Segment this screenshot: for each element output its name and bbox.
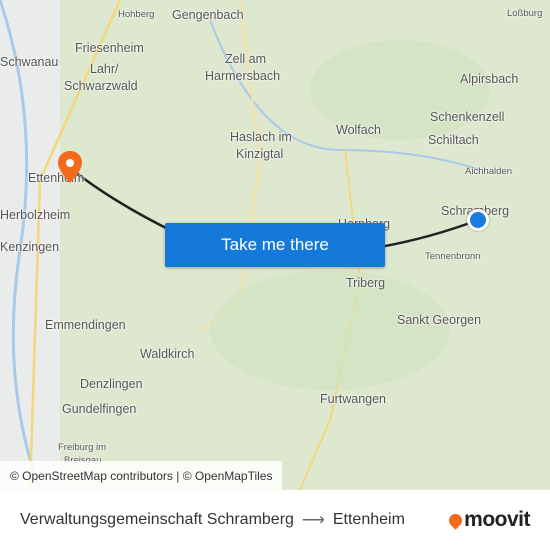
place-label: Friesenheim xyxy=(75,41,144,55)
place-label: Hohberg xyxy=(118,9,155,20)
place-label: Gundelfingen xyxy=(62,402,137,416)
place-label: Denzlingen xyxy=(80,377,143,391)
moovit-logo-text: moovit xyxy=(464,508,530,531)
place-label: Schwanau xyxy=(0,55,59,69)
origin-name: Verwaltungsgemeinschaft Schramberg xyxy=(20,511,294,528)
place-label: Sankt Georgen xyxy=(397,313,482,327)
place-label: Lahr/ xyxy=(90,62,119,76)
map-attribution[interactable]: © OpenStreetMap contributors | © OpenMap… xyxy=(0,461,283,490)
place-label: Haslach im xyxy=(230,130,292,144)
place-label: Freiburg im xyxy=(58,442,107,453)
place-label: Waldkirch xyxy=(140,347,195,361)
place-label: Schenkenzell xyxy=(430,110,505,124)
take-me-there-button[interactable]: Take me there xyxy=(165,223,385,267)
place-label: Harmersbach xyxy=(205,69,281,83)
arrow-right-icon: ⟶ xyxy=(301,512,325,529)
destination-name: Ettenheim xyxy=(332,511,405,528)
place-label: Schiltach xyxy=(428,133,479,147)
place-label: Triberg xyxy=(346,276,386,290)
place-label: Herbolzheim xyxy=(0,208,71,222)
place-label: Loßburg xyxy=(507,8,543,19)
place-label: Tennenbronn xyxy=(425,251,481,262)
moovit-logo: moovit xyxy=(446,508,530,532)
place-label: Schwarzwald xyxy=(64,79,138,93)
place-label: Furtwangen xyxy=(320,392,387,406)
place-label: Alpirsbach xyxy=(460,72,519,86)
place-label: Aichhalden xyxy=(465,166,513,177)
place-label: Gengenbach xyxy=(172,8,244,22)
place-label: Kenzingen xyxy=(0,240,60,254)
destination-pin-icon xyxy=(58,151,82,183)
moovit-pin-icon xyxy=(446,510,465,530)
origin-marker-icon xyxy=(467,209,489,231)
place-label: Kinzigtal xyxy=(236,147,284,161)
place-label: Emmendingen xyxy=(45,318,126,332)
map[interactable]: Gengenbach Hohberg Loßburg Schwanau Friesenh… xyxy=(0,0,550,490)
place-label: Zell am xyxy=(225,52,266,66)
place-label: Wolfach xyxy=(336,123,381,137)
